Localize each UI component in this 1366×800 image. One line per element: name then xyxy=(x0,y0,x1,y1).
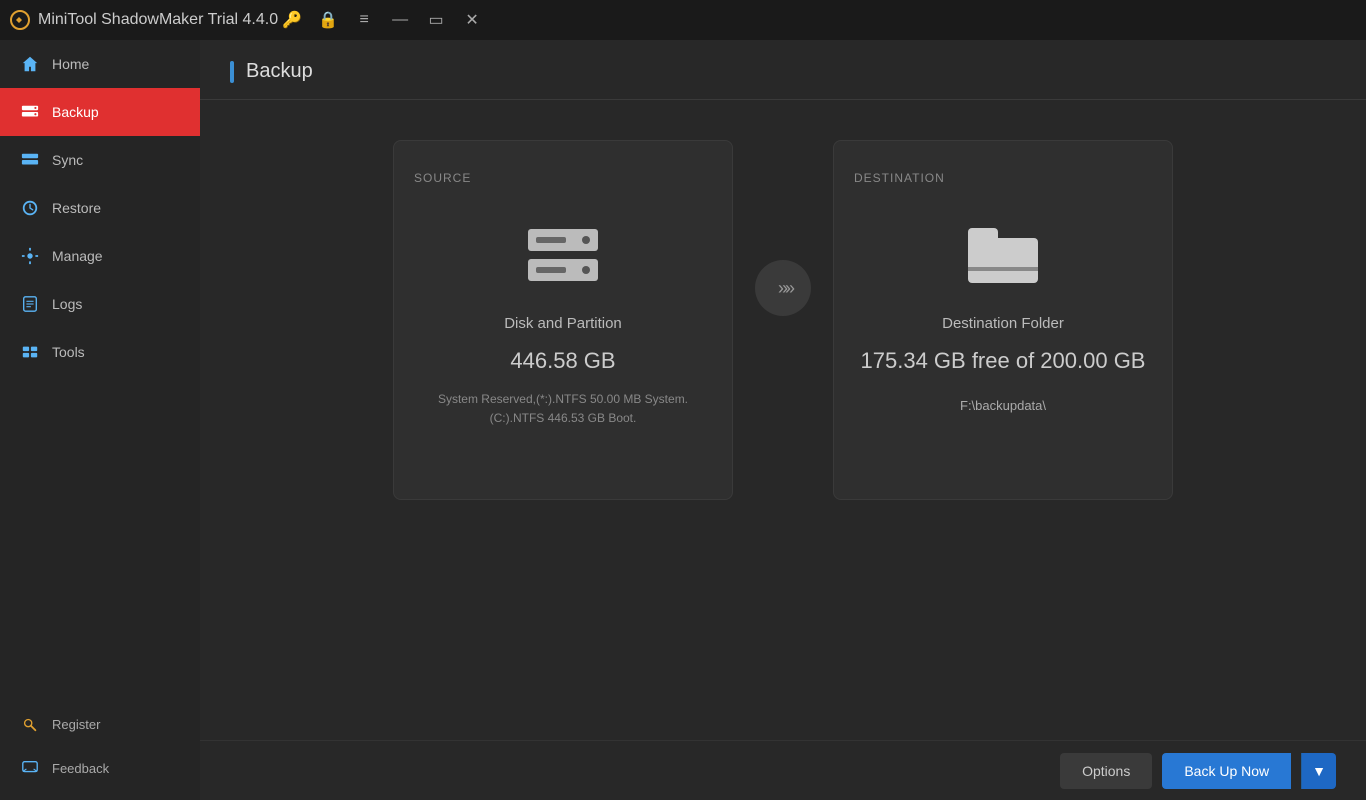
sidebar-item-restore[interactable]: Restore xyxy=(0,184,200,232)
source-details: System Reserved,(*:).NTFS 50.00 MB Syste… xyxy=(438,390,688,428)
source-size: 446.58 GB xyxy=(510,348,615,374)
source-type: Disk and Partition xyxy=(504,315,622,332)
sidebar-item-logs[interactable]: Logs xyxy=(0,280,200,328)
bottom-bar: Options Back Up Now ▼ xyxy=(200,740,1366,800)
sidebar-label-home: Home xyxy=(52,56,89,72)
logs-icon xyxy=(20,294,40,314)
app-logo xyxy=(10,10,30,30)
window-controls: 🔑 🔒 ≡ — ▭ ✕ xyxy=(278,6,486,34)
sidebar-item-sync[interactable]: Sync xyxy=(0,136,200,184)
arrow-divider: »» xyxy=(733,140,833,316)
sidebar-item-backup[interactable]: Backup xyxy=(0,88,200,136)
disk-slot-2 xyxy=(528,259,598,281)
source-card[interactable]: SOURCE Disk and Partition 446.58 GB Syst… xyxy=(393,140,733,500)
sidebar-item-manage[interactable]: Manage xyxy=(0,232,200,280)
backup-content: SOURCE Disk and Partition 446.58 GB Syst… xyxy=(200,100,1366,740)
tools-icon xyxy=(20,342,40,362)
source-icon-area xyxy=(528,215,598,295)
main-layout: Home Backup Sync xyxy=(0,40,1366,800)
lock-icon[interactable]: 🔒 xyxy=(314,6,342,34)
sidebar-label-register: Register xyxy=(52,717,100,732)
destination-label: DESTINATION xyxy=(854,171,945,185)
disk-slot-1 xyxy=(528,229,598,251)
arrow-icon: »» xyxy=(755,260,811,316)
backup-now-button[interactable]: Back Up Now xyxy=(1162,753,1291,789)
source-detail-line1: System Reserved,(*:).NTFS 50.00 MB Syste… xyxy=(438,390,688,409)
folder-icon xyxy=(968,228,1038,283)
close-button[interactable]: ✕ xyxy=(458,6,486,34)
backup-dropdown-button[interactable]: ▼ xyxy=(1301,753,1336,789)
source-detail-line2: (C:).NTFS 446.53 GB Boot. xyxy=(438,409,688,428)
sidebar-bottom: Register Feedback xyxy=(0,702,200,800)
page-title-accent xyxy=(230,61,234,83)
folder-gap xyxy=(968,267,1038,271)
backup-icon xyxy=(20,102,40,122)
sidebar-label-sync: Sync xyxy=(52,152,83,168)
sidebar-label-restore: Restore xyxy=(52,200,101,216)
sidebar-item-feedback[interactable]: Feedback xyxy=(0,746,200,790)
manage-icon xyxy=(20,246,40,266)
sync-icon xyxy=(20,150,40,170)
sidebar-item-home[interactable]: Home xyxy=(0,40,200,88)
restore-icon xyxy=(20,198,40,218)
maximize-button[interactable]: ▭ xyxy=(422,6,450,34)
sidebar-label-tools: Tools xyxy=(52,344,85,360)
key-icon[interactable]: 🔑 xyxy=(278,6,306,34)
home-icon xyxy=(20,54,40,74)
chevron-down-icon: ▼ xyxy=(1312,763,1326,779)
page-header: Backup xyxy=(200,40,1366,100)
content-area: Backup SOURCE Disk and Partition 446.58 … xyxy=(200,40,1366,800)
sidebar: Home Backup Sync xyxy=(0,40,200,800)
sidebar-item-register[interactable]: Register xyxy=(0,702,200,746)
sidebar-item-tools[interactable]: Tools xyxy=(0,328,200,376)
sidebar-label-manage: Manage xyxy=(52,248,103,264)
sidebar-label-feedback: Feedback xyxy=(52,761,109,776)
destination-card[interactable]: DESTINATION Destination Folder 175.34 GB… xyxy=(833,140,1173,500)
feedback-icon xyxy=(20,758,40,778)
key-nav-icon xyxy=(20,714,40,734)
titlebar: MiniTool ShadowMaker Trial 4.4.0 🔑 🔒 ≡ —… xyxy=(0,0,1366,40)
source-label: SOURCE xyxy=(414,171,471,185)
destination-icon-area xyxy=(968,215,1038,295)
titlebar-title: MiniTool ShadowMaker Trial 4.4.0 xyxy=(38,11,278,29)
options-button[interactable]: Options xyxy=(1060,753,1152,789)
folder-body xyxy=(968,238,1038,283)
destination-type: Destination Folder xyxy=(942,315,1064,332)
minimize-button[interactable]: — xyxy=(386,6,414,34)
menu-icon[interactable]: ≡ xyxy=(350,6,378,34)
sidebar-label-backup: Backup xyxy=(52,104,99,120)
destination-free: 175.34 GB free of 200.00 GB xyxy=(861,348,1146,374)
disk-icon xyxy=(528,229,598,281)
destination-path: F:\backupdata\ xyxy=(960,398,1046,413)
page-title: Backup xyxy=(246,60,313,83)
sidebar-label-logs: Logs xyxy=(52,296,82,312)
